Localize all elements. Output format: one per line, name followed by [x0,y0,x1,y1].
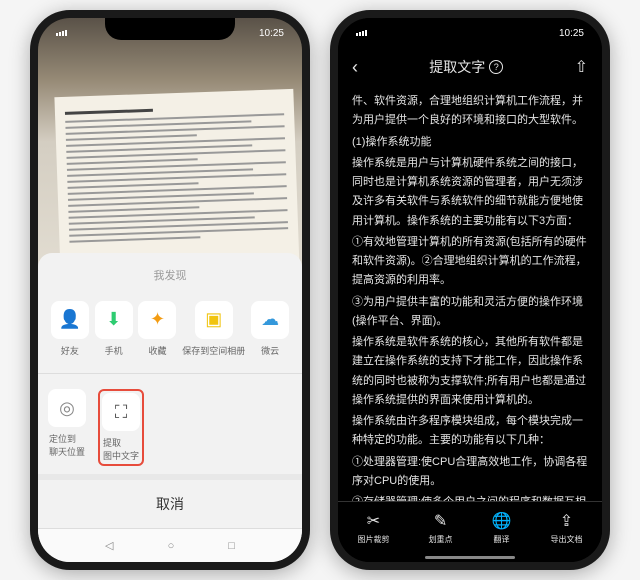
nav-recent-icon[interactable]: □ [228,540,235,552]
nav-home-icon[interactable]: ○ [168,540,175,552]
share-label: 保存到空间相册 [182,344,245,357]
share-label: 手机 [105,344,123,357]
page-title-group: 提取文字 ? [429,57,503,77]
text-paragraph: 操作系统是软件系统的核心，其他所有软件都是建立在操作系统的支持下才能工作，因此操… [352,333,588,410]
notch [105,18,235,40]
fav-icon: ✦ [138,301,176,339]
tab-label: 导出文档 [550,534,582,545]
bottom-tab-bar: ✂ 图片裁剪 ✎ 划重点 🌐 翻译 ⇪ 导出文档 [338,501,602,557]
share-phone[interactable]: ⬇ 手机 [95,301,133,357]
share-row: 👤 好友 ⬇ 手机 ✦ 收藏 ▣ 保存到空间相册 ☁ 微云 [38,293,302,365]
text-paragraph: ①处理器管理:使CPU合理高效地工作，协调各程序对CPU的使用。 [352,453,588,492]
tab-label: 图片裁剪 [358,534,390,545]
notch [405,18,535,40]
text-paragraph: 操作系统是用户与计算机硬件系统之间的接口，同时也是计算机系统资源的管理者，用户无… [352,154,588,231]
cloud-icon: ☁ [251,301,289,339]
action-label: 提取图中文字 [103,436,139,462]
nav-back-icon[interactable]: ◁ [105,539,113,552]
friend-icon: 👤 [51,301,89,339]
share-label: 微云 [261,344,279,357]
cut-icon: ✂ [367,511,380,531]
action-label: 定位到聊天位置 [49,432,85,458]
tab-label: 翻译 [493,534,509,545]
phone-right: 10:25 ‹ 提取文字 ? ⇧ 件、软件资源，合理地组织计算机工作流程，并为用… [330,10,610,570]
phone-icon: ⬇ [95,301,133,339]
text-paragraph: ③为用户提供丰富的功能和灵活方便的操作环境(操作平台、界面)。 [352,293,588,332]
header: ‹ 提取文字 ? ⇧ [338,48,602,86]
action-locate[interactable]: ◎ 定位到聊天位置 [48,389,86,458]
share-album[interactable]: ▣ 保存到空间相册 [182,301,245,357]
cancel-button[interactable]: 取消 [38,474,302,528]
screen-left: 10:25 我发现 👤 好友 ⬇ 手机 ✦ 收藏 ▣ 保存到空间相册 ☁ 微云 ◎ 定位到聊天位置 ⛶… [38,18,302,562]
divider [38,373,302,374]
system-nav-bar: ◁ ○ □ [38,528,302,562]
signal-icon [356,30,367,36]
signal-icon [56,30,67,36]
share-cloud[interactable]: ☁ 微云 [251,301,289,357]
home-indicator [425,556,515,559]
action-ocr[interactable]: ⛶ 提取图中文字 [102,393,140,462]
text-paragraph: 件、软件资源，合理地组织计算机工作流程，并为用户提供一个良好的环境和接口的大型软… [352,92,588,131]
status-time: 10:25 [259,28,284,39]
text-paragraph: (1)操作系统功能 [352,133,588,152]
action-wrapper: ◎ 定位到聊天位置 [48,389,86,466]
tab-trans[interactable]: 🌐 翻译 [492,511,512,545]
highlighted-action: ⛶ 提取图中文字 [98,389,144,466]
tab-label: 划重点 [429,534,453,545]
tab-cut[interactable]: ✂ 图片裁剪 [358,511,390,545]
trans-icon: 🌐 [492,511,512,531]
action-row: ◎ 定位到聊天位置 ⛶ 提取图中文字 [38,381,302,474]
ocr-icon: ⛶ [102,393,140,431]
locate-icon: ◎ [48,389,86,427]
phone-left: 10:25 我发现 👤 好友 ⬇ 手机 ✦ 收藏 ▣ 保存到空间相册 ☁ 微云 ◎ 定位到聊天位置 ⛶… [30,10,310,570]
share-label: 好友 [61,344,79,357]
export-icon: ⇪ [560,511,573,531]
share-fav[interactable]: ✦ 收藏 [138,301,176,357]
share-label: 收藏 [148,344,166,357]
sheet-header: 我发现 [38,263,302,293]
text-paragraph: 操作系统由许多程序模块组成，每个模块完成一种特定的功能。主要的功能有以下几种： [352,412,588,451]
help-icon[interactable]: ? [489,60,503,74]
tab-export[interactable]: ⇪ 导出文档 [550,511,582,545]
screen-right: 10:25 ‹ 提取文字 ? ⇧ 件、软件资源，合理地组织计算机工作流程，并为用… [338,18,602,562]
text-paragraph: ①有效地管理计算机的所有资源(包括所有的硬件和软件资源)。②合理地组织计算机的工… [352,233,588,291]
share-friend[interactable]: 👤 好友 [51,301,89,357]
share-icon[interactable]: ⇧ [575,57,588,77]
mark-icon: ✎ [434,511,447,531]
action-sheet: 我发现 👤 好友 ⬇ 手机 ✦ 收藏 ▣ 保存到空间相册 ☁ 微云 ◎ 定位到聊天位置 ⛶ 提取图中文字… [38,253,302,563]
tab-mark[interactable]: ✎ 划重点 [429,511,453,545]
page-title: 提取文字 [429,57,485,77]
album-icon: ▣ [195,301,233,339]
status-time: 10:25 [559,28,584,39]
back-button[interactable]: ‹ [352,57,358,78]
extracted-text[interactable]: 件、软件资源，合理地组织计算机工作流程，并为用户提供一个良好的环境和接口的大型软… [338,86,602,506]
